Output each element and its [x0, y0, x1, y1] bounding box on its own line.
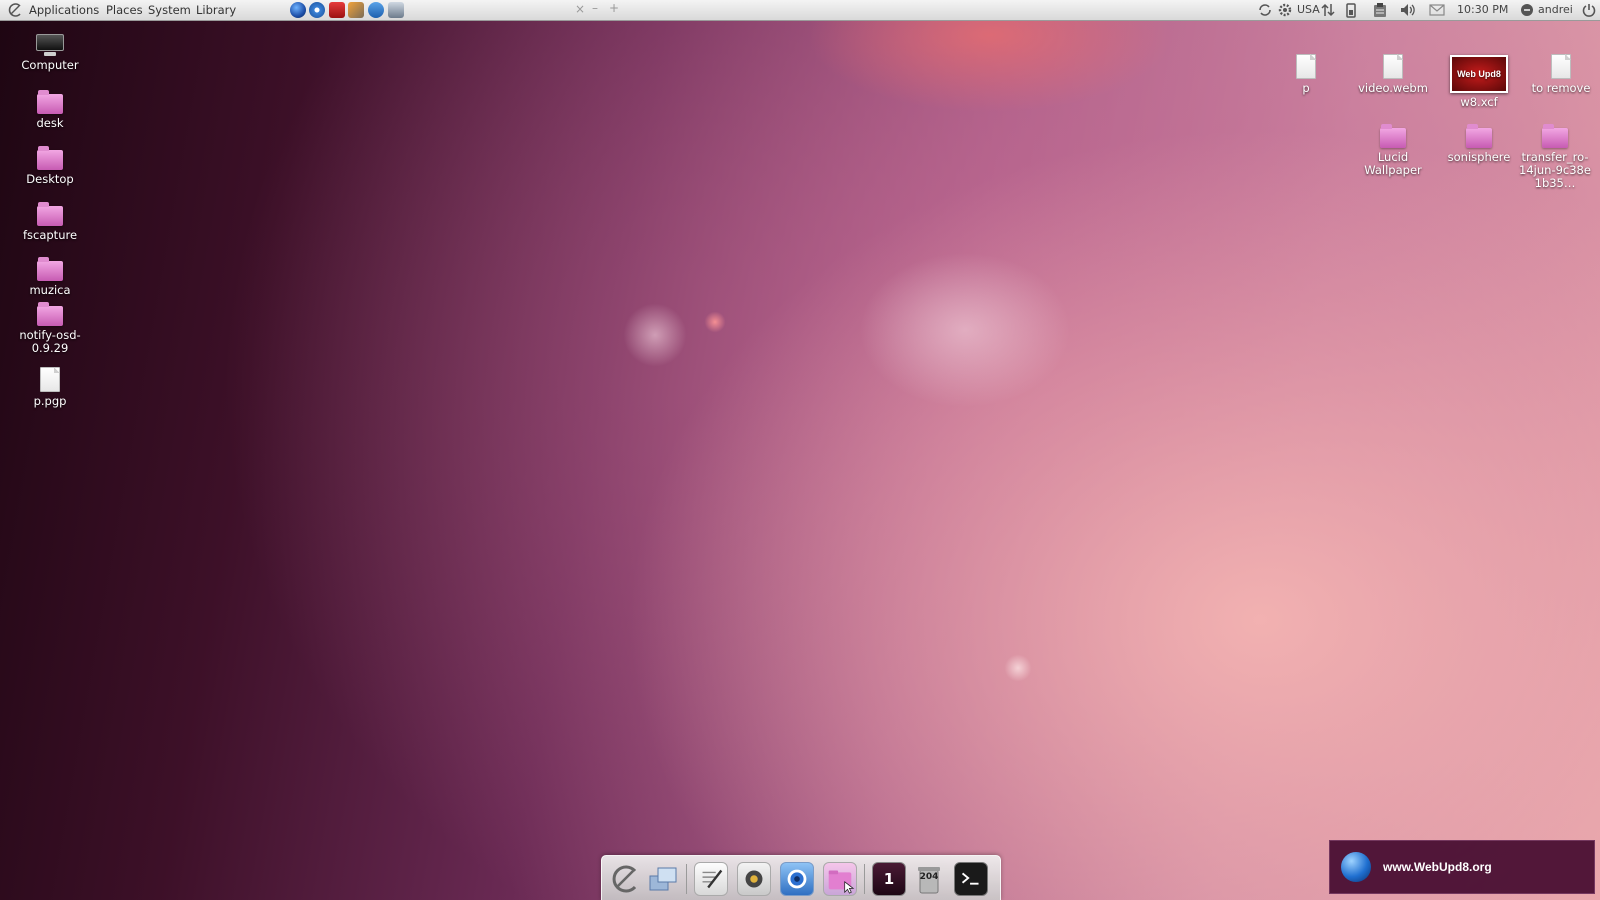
- battery-icon[interactable]: [1344, 2, 1358, 18]
- browser-icon[interactable]: [780, 862, 814, 896]
- desktop-icon-p[interactable]: p: [1264, 54, 1348, 95]
- trash-count-badge: 204: [919, 872, 939, 882]
- media-icon[interactable]: [329, 2, 345, 18]
- file-icon: [1383, 54, 1403, 79]
- desktop-switch-icon[interactable]: [646, 862, 680, 896]
- files-folder-icon[interactable]: [823, 862, 857, 896]
- folder-icon: [37, 302, 63, 326]
- desktop-icon-label: video.webm: [1358, 81, 1428, 95]
- refresh-icon[interactable]: [1257, 2, 1273, 18]
- computer-icon: [36, 34, 64, 56]
- menu-library[interactable]: Library: [196, 3, 236, 17]
- desktop-icon-label: w8.xcf: [1460, 95, 1498, 109]
- clipboard-icon[interactable]: [1372, 2, 1388, 18]
- desktop-icon-muzica[interactable]: muzica: [8, 257, 92, 297]
- power-icon[interactable]: [1581, 2, 1597, 18]
- desktop-icon-p-pgp[interactable]: p.pgp: [8, 367, 92, 408]
- image-thumbnail: Web Upd8: [1450, 55, 1508, 93]
- menu-applications[interactable]: Applications: [29, 3, 99, 17]
- ubuntu-logo-icon[interactable]: [7, 2, 23, 18]
- ubuntu-logo-icon[interactable]: [608, 862, 642, 896]
- desktop-icon-label: p: [1302, 81, 1310, 95]
- folder-icon: [37, 202, 63, 226]
- window-close-button[interactable]: ×: [575, 2, 585, 16]
- desktop-icon-video-webm[interactable]: video.webm: [1351, 54, 1435, 95]
- sync-icon[interactable]: [368, 2, 384, 18]
- desktop-icon-sonisphere[interactable]: sonisphere: [1437, 124, 1521, 164]
- gimp-icon[interactable]: [348, 2, 364, 18]
- user-status-icon[interactable]: [1520, 3, 1534, 17]
- desktop-icon-label: notify-osd-0.9.29: [19, 328, 81, 355]
- folder-icon: [1542, 124, 1568, 148]
- clock[interactable]: 10:30 PM: [1457, 3, 1508, 16]
- desktop-icon-label: p.pgp: [33, 394, 67, 408]
- workspace-number: 1: [883, 870, 895, 888]
- notification-bubble: www.WebUpd8.org: [1329, 840, 1595, 894]
- desktop-icon-desk[interactable]: desk: [8, 90, 92, 130]
- desktop-icon-label: fscapture: [22, 228, 78, 242]
- settings-gear-icon[interactable]: [1277, 2, 1293, 18]
- text-editor-icon[interactable]: [694, 862, 728, 896]
- mail-icon[interactable]: [1429, 3, 1445, 17]
- file-icon: [40, 367, 60, 392]
- globe-icon: [1341, 852, 1371, 882]
- firefox-icon[interactable]: [290, 2, 306, 18]
- folder-icon: [37, 257, 63, 281]
- desktop-icon-lucid-wallpaper[interactable]: Lucid Wallpaper: [1351, 124, 1435, 177]
- dock: 1 204: [601, 855, 1001, 900]
- screen-icon[interactable]: [388, 2, 404, 18]
- desktop-icon-fscapture[interactable]: fscapture: [8, 202, 92, 242]
- notification-text: www.WebUpd8.org: [1383, 860, 1492, 874]
- folder-icon: [37, 90, 63, 114]
- desktop-icon-label: Computer: [21, 58, 79, 72]
- desktop: Applications Places System Library × – +…: [0, 0, 1600, 900]
- browser-icon[interactable]: [309, 2, 325, 18]
- folder-icon: [1380, 124, 1406, 148]
- file-icon: [1551, 54, 1571, 79]
- desktop-icon-label: sonisphere: [1447, 150, 1511, 164]
- audio-player-icon[interactable]: [737, 862, 771, 896]
- menu-places[interactable]: Places: [106, 3, 143, 17]
- menu-system[interactable]: System: [148, 3, 191, 17]
- desktop-icon-label: muzica: [29, 283, 71, 297]
- desktop-icon-computer[interactable]: Computer: [8, 34, 92, 72]
- dock-separator: [864, 864, 865, 894]
- folder-icon: [37, 146, 63, 170]
- dock-separator: [686, 864, 687, 894]
- desktop-icon-label: to remove: [1531, 81, 1591, 95]
- folder-icon: [1466, 124, 1492, 148]
- network-icon[interactable]: [1320, 2, 1336, 18]
- desktop-icon-label: transfer_ro-14jun-9c38e1b35…: [1519, 150, 1591, 190]
- window-maximize-button[interactable]: +: [609, 1, 619, 15]
- trash-icon[interactable]: 204: [912, 862, 946, 896]
- keyboard-layout-indicator[interactable]: USA: [1297, 3, 1320, 16]
- user-name[interactable]: andrei: [1538, 3, 1573, 16]
- file-icon: [1296, 54, 1316, 79]
- workspace-switcher-icon[interactable]: 1: [872, 862, 906, 896]
- window-minimize-button[interactable]: –: [592, 1, 598, 15]
- volume-icon[interactable]: [1399, 2, 1417, 18]
- desktop-icon-transfer[interactable]: transfer_ro-14jun-9c38e1b35…: [1515, 124, 1595, 190]
- desktop-icon-notify-osd[interactable]: notify-osd-0.9.29: [8, 302, 92, 355]
- top-panel: Applications Places System Library × – +…: [0, 0, 1600, 21]
- desktop-icon-label: Lucid Wallpaper: [1364, 150, 1422, 177]
- desktop-icon-to-remove[interactable]: to remove: [1522, 54, 1600, 95]
- desktop-icon-label: desk: [36, 116, 64, 130]
- desktop-icon-w8-xcf[interactable]: Web Upd8 w8.xcf: [1437, 55, 1521, 109]
- terminal-icon[interactable]: [954, 862, 988, 896]
- desktop-icon-label: Desktop: [26, 172, 74, 186]
- desktop-icon-desktop[interactable]: Desktop: [8, 146, 92, 186]
